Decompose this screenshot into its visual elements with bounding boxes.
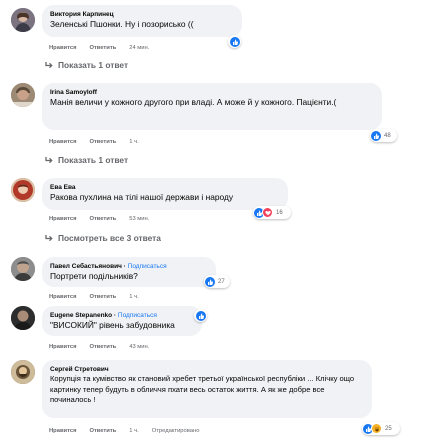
comment-bubble: Виктория Карпинец Зеленські Пшонки. Ну і… (42, 5, 242, 37)
follow-link[interactable]: Подписаться (118, 312, 157, 319)
show-replies-link[interactable]: Показать 1 ответ (45, 59, 128, 71)
like-reaction-icon (195, 310, 206, 321)
heart-reaction-icon (262, 207, 273, 218)
reply-button[interactable]: Ответить (89, 344, 116, 350)
avatar-photo-icon (11, 306, 35, 330)
comment-bubble: Ева Ева Ракова пухлина на тілі нашої дер… (42, 178, 288, 210)
reaction-count[interactable] (194, 309, 207, 322)
avatar[interactable] (11, 83, 35, 107)
comment-author[interactable]: Сергей Стретович (50, 365, 364, 374)
show-replies-link[interactable]: Посмотреть все 3 ответа (45, 232, 161, 244)
like-button[interactable]: Нравится (49, 294, 76, 300)
reply-button[interactable]: Ответить (89, 216, 116, 222)
like-button[interactable]: Нравится (49, 428, 76, 434)
avatar[interactable] (11, 178, 35, 202)
reaction-count[interactable]: 25 (362, 422, 400, 435)
avatar-photo-icon (11, 8, 35, 32)
avatar[interactable] (11, 306, 35, 330)
comment-author[interactable]: Irina Samoyloff (50, 88, 374, 97)
like-reaction-icon (371, 130, 381, 141)
comment-time[interactable]: 1 ч. (129, 428, 138, 434)
comment-bubble: Irina Samoyloff Манія величи у кожного д… (42, 83, 382, 130)
avatar[interactable] (11, 360, 35, 384)
avatar-photo-icon (11, 83, 35, 107)
reaction-count[interactable]: 27 (204, 275, 230, 288)
avatar-photo-icon (11, 360, 35, 384)
reply-button[interactable]: Ответить (89, 294, 116, 300)
reaction-count[interactable]: 48 (370, 129, 397, 142)
comment-text: Корупція та кумівство як становий хребет… (50, 374, 355, 404)
reply-arrow-icon (45, 235, 53, 242)
avatar-photo-icon (11, 178, 35, 202)
comment-bubble: Павел Себастьянович · Подписаться Портре… (42, 257, 216, 287)
comment-actions: Нравится Ответить 24 мин. (49, 44, 162, 52)
like-reaction-icon (205, 276, 215, 287)
reaction-number: 16 (276, 209, 283, 216)
avatar[interactable] (11, 8, 35, 32)
edited-label[interactable]: Отредактировано (152, 428, 200, 434)
reaction-count[interactable]: 16 (253, 206, 291, 219)
comment-time[interactable]: 53 мин. (129, 216, 149, 222)
like-button[interactable]: Нравится (49, 216, 76, 222)
comment-text: Портрети подільників? (50, 271, 138, 281)
comment-author[interactable]: Eugene Stepanenko · Подписаться (50, 311, 194, 320)
comment-time[interactable]: 1 ч. (129, 139, 138, 145)
comment-actions: Нравится Ответить 1 ч. (49, 293, 152, 301)
like-button[interactable]: Нравится (49, 344, 76, 350)
comment-text: Манія величи у кожного другого при владі… (50, 97, 337, 107)
reply-button[interactable]: Ответить (89, 139, 116, 145)
comment-actions: Нравится Ответить 1 ч. (49, 138, 152, 146)
avatar[interactable] (11, 257, 35, 281)
follow-link[interactable]: Подписаться (128, 263, 167, 270)
comment-text: Зеленські Пшонки. Ну і позорисько (( (50, 19, 194, 29)
comment-time[interactable]: 1 ч. (129, 294, 138, 300)
comment-bubble: Eugene Stepanenko · Подписаться "ВИСОКИЙ… (42, 306, 202, 336)
comment-author[interactable]: Павел Себастьянович · Подписаться (50, 262, 208, 271)
reply-arrow-icon (45, 62, 53, 69)
comment-text: "ВИСОКИЙ" рівень забудовника (50, 320, 175, 330)
reaction-number: 27 (218, 278, 225, 285)
like-button[interactable]: Нравится (49, 45, 76, 51)
comment-author[interactable]: Ева Ева (50, 183, 280, 192)
like-reaction-icon (229, 36, 240, 47)
author-name[interactable]: Павел Себастьянович (50, 263, 122, 270)
comment-text: Ракова пухлина на тілі нашої держави і н… (50, 192, 234, 202)
comment-actions: Нравится Ответить 53 мин. (49, 215, 162, 223)
reply-arrow-icon (45, 157, 53, 164)
comment-actions: Нравится Ответить 43 мин. (49, 343, 162, 351)
reaction-count[interactable] (228, 35, 241, 48)
reaction-number: 25 (385, 425, 392, 432)
reply-button[interactable]: Ответить (89, 45, 116, 51)
comment-time[interactable]: 24 мин. (129, 45, 149, 51)
comment-time[interactable]: 43 мин. (129, 344, 149, 350)
reply-button[interactable]: Ответить (89, 428, 116, 434)
avatar-photo-icon (11, 257, 35, 281)
like-button[interactable]: Нравится (49, 139, 76, 145)
comment-author[interactable]: Виктория Карпинец (50, 10, 234, 19)
haha-reaction-icon (371, 423, 382, 434)
show-replies-link[interactable]: Показать 1 ответ (45, 154, 128, 166)
comment-actions: Нравится Ответить 1 ч. Отредактировано (49, 427, 212, 435)
author-name[interactable]: Eugene Stepanenko (50, 312, 112, 319)
comment-bubble: Сергей Стретович Корупція та кумівство я… (42, 360, 372, 418)
reaction-number: 48 (384, 132, 391, 139)
